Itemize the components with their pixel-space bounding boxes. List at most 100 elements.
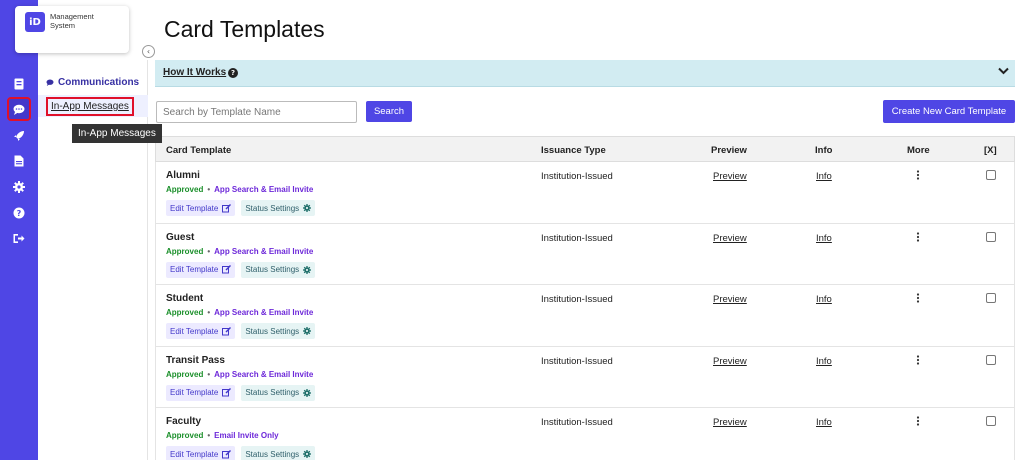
template-name: Alumni bbox=[166, 170, 200, 181]
logo-text: Management System bbox=[50, 12, 94, 30]
icon-rail: ? bbox=[0, 0, 38, 460]
approved-status: Approved bbox=[166, 308, 204, 317]
issuance-method: App Search & Email Invite bbox=[214, 246, 314, 256]
status-settings-button[interactable]: Status Settings bbox=[241, 446, 316, 460]
chevron-down-icon[interactable] bbox=[998, 65, 1009, 78]
select-checkbox[interactable] bbox=[986, 170, 996, 180]
info-link[interactable]: Info bbox=[816, 417, 832, 428]
template-status: Approved • App Search & Email Invite bbox=[166, 308, 313, 317]
separator-dot: • bbox=[207, 431, 211, 440]
issuance-type: Institution-Issued bbox=[541, 417, 613, 428]
row-actions: Edit Template Status Settings bbox=[166, 323, 316, 339]
page-title: Card Templates bbox=[164, 16, 325, 42]
preview-link[interactable]: Preview bbox=[713, 171, 747, 182]
gear-icon[interactable] bbox=[9, 177, 29, 197]
logout-icon[interactable] bbox=[9, 228, 29, 248]
header-info: Info bbox=[815, 145, 833, 156]
edit-icon bbox=[222, 388, 232, 397]
edit-template-button[interactable]: Edit Template bbox=[166, 200, 236, 216]
edit-template-label: Edit Template bbox=[170, 449, 219, 459]
edit-template-label: Edit Template bbox=[170, 388, 219, 397]
row-actions: Edit Template Status Settings bbox=[166, 384, 316, 401]
row-actions: Edit Template Status Settings bbox=[166, 200, 316, 216]
approved-status: Approved bbox=[166, 185, 204, 194]
separator-dot: • bbox=[207, 308, 211, 317]
header-select: [X] bbox=[984, 145, 997, 156]
header-preview: Preview bbox=[711, 145, 747, 156]
status-settings-button[interactable]: Status Settings bbox=[241, 323, 316, 339]
id-card-icon[interactable] bbox=[9, 74, 29, 94]
gear-icon bbox=[303, 265, 312, 274]
communications-section: Communications bbox=[46, 77, 139, 88]
svg-text:?: ? bbox=[17, 209, 22, 218]
approved-status: Approved bbox=[166, 431, 204, 440]
info-link[interactable]: Info bbox=[816, 356, 832, 367]
how-it-works-bar[interactable]: How It Works ? bbox=[155, 60, 1015, 87]
in-app-messages-link[interactable]: In-App Messages bbox=[46, 97, 134, 116]
table-row: Alumni Approved • App Search & Email Invit… bbox=[155, 162, 1015, 224]
document-icon[interactable] bbox=[9, 151, 29, 171]
help-icon[interactable]: ? bbox=[9, 203, 29, 223]
select-checkbox[interactable] bbox=[986, 231, 996, 242]
more-options-icon[interactable] bbox=[916, 231, 920, 245]
select-checkbox[interactable] bbox=[986, 416, 996, 426]
issuance-method: App Search & Email Invite bbox=[214, 308, 314, 317]
edit-icon bbox=[222, 203, 232, 212]
template-status: Approved • App Search & Email Invite bbox=[166, 370, 313, 379]
logo-card[interactable]: iD Management System bbox=[15, 6, 129, 53]
sidebar-item-in-app-messages[interactable]: In-App Messages bbox=[38, 95, 148, 117]
status-settings-button[interactable]: Status Settings bbox=[241, 261, 316, 278]
sub-navigation: Communications In-App Messages bbox=[38, 60, 148, 460]
chevron-left-icon: ‹ bbox=[146, 47, 151, 56]
tooltip: In-App Messages bbox=[72, 124, 162, 143]
gear-icon bbox=[303, 327, 312, 335]
template-name: Transit Pass bbox=[166, 354, 225, 366]
create-new-card-template-button[interactable]: Create New Card Template bbox=[883, 100, 1015, 123]
search-button[interactable]: Search bbox=[366, 101, 412, 122]
header-card-template: Card Template bbox=[166, 145, 232, 156]
search-input[interactable] bbox=[156, 101, 357, 123]
template-status: Approved • Email Invite Only bbox=[166, 431, 279, 440]
more-options-icon[interactable] bbox=[916, 416, 920, 429]
chat-icon[interactable] bbox=[7, 97, 31, 121]
header-issuance-type: Issuance Type bbox=[541, 145, 606, 156]
info-link[interactable]: Info bbox=[816, 233, 832, 244]
status-settings-label: Status Settings bbox=[245, 449, 300, 459]
more-options-icon[interactable] bbox=[916, 293, 920, 306]
separator-dot: • bbox=[207, 246, 211, 256]
preview-link[interactable]: Preview bbox=[713, 294, 747, 305]
preview-link[interactable]: Preview bbox=[713, 356, 747, 367]
edit-template-button[interactable]: Edit Template bbox=[166, 446, 236, 460]
rocket-icon[interactable] bbox=[9, 126, 29, 146]
template-name: Guest bbox=[166, 231, 195, 243]
status-settings-button[interactable]: Status Settings bbox=[241, 200, 316, 216]
preview-link[interactable]: Preview bbox=[713, 417, 747, 428]
edit-template-label: Edit Template bbox=[170, 326, 219, 336]
edit-template-label: Edit Template bbox=[170, 203, 219, 213]
card-templates-table: Card Template Issuance Type Preview Info… bbox=[155, 136, 1015, 460]
issuance-method: Email Invite Only bbox=[214, 431, 279, 440]
status-settings-button[interactable]: Status Settings bbox=[241, 384, 316, 401]
more-options-icon[interactable] bbox=[916, 170, 920, 183]
edit-template-button[interactable]: Edit Template bbox=[166, 261, 236, 278]
info-link[interactable]: Info bbox=[816, 171, 832, 182]
gear-icon bbox=[303, 204, 312, 212]
separator-dot: • bbox=[207, 369, 211, 379]
more-options-icon[interactable] bbox=[916, 354, 920, 368]
collapse-sidebar-button[interactable]: ‹ bbox=[142, 45, 155, 58]
how-it-works-label[interactable]: How It Works bbox=[163, 67, 226, 78]
select-checkbox[interactable] bbox=[986, 293, 996, 303]
edit-icon bbox=[222, 265, 232, 274]
status-settings-label: Status Settings bbox=[245, 326, 300, 336]
preview-link[interactable]: Preview bbox=[713, 233, 747, 244]
template-status: Approved • App Search & Email Invite bbox=[166, 185, 313, 194]
edit-template-button[interactable]: Edit Template bbox=[166, 384, 236, 401]
edit-template-button[interactable]: Edit Template bbox=[166, 323, 236, 339]
info-link[interactable]: Info bbox=[816, 294, 832, 305]
status-settings-label: Status Settings bbox=[245, 388, 300, 397]
issuance-type: Institution-Issued bbox=[541, 355, 613, 367]
separator-dot: • bbox=[207, 185, 211, 194]
help-circle-icon: ? bbox=[228, 68, 238, 78]
issuance-method: App Search & Email Invite bbox=[214, 185, 314, 194]
select-checkbox[interactable] bbox=[986, 354, 996, 365]
